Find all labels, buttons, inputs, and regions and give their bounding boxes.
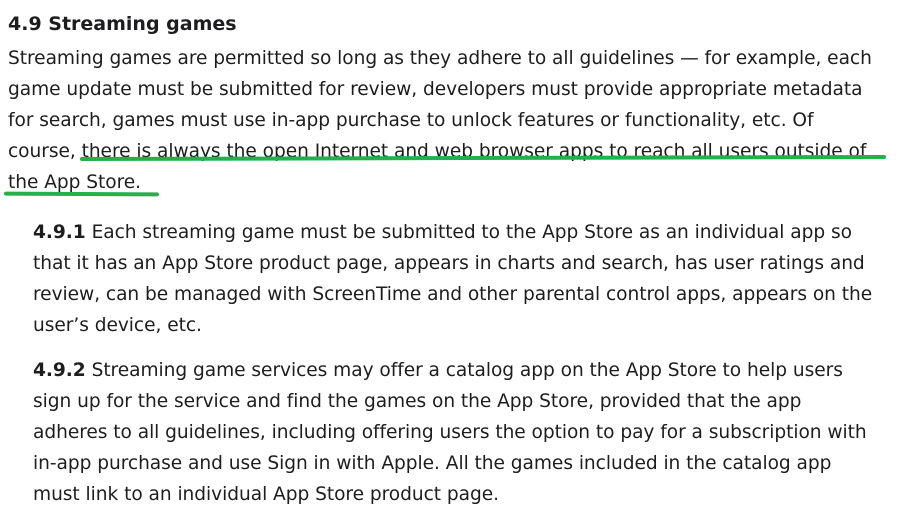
subsection-4-9-2-line-5: must link to an individual App Store pro…: [33, 484, 499, 505]
subsection-4-9-1-line-2: that it has an App Store product page, a…: [33, 253, 865, 274]
guideline-document: 4.9 Streaming games Streaming games are …: [0, 0, 904, 516]
subsection-number: 4.9.2: [33, 360, 86, 381]
subsection-4-9-1-line-1: 4.9.1 Each streaming game must be submit…: [33, 221, 852, 245]
subsection-4-9-2-line-3: adheres to all guidelines, including off…: [33, 422, 867, 443]
subsection-4-9-1-line-4: user’s device, etc.: [33, 315, 202, 336]
highlighted-text-part-2: the App Store.: [8, 172, 142, 193]
intro-line-2: game update must be submitted for review…: [8, 79, 863, 100]
subsection-number: 4.9.1: [33, 222, 86, 243]
subsection-4-9-2-line-2: sign up for the service and find the gam…: [33, 391, 802, 412]
green-underline-annotation-2: [3, 191, 160, 197]
section-heading: 4.9 Streaming games: [8, 13, 237, 35]
subsection-text: Each streaming game must be submitted to…: [85, 222, 852, 243]
subsection-4-9-2-line-1: 4.9.2 Streaming game services may offer …: [33, 359, 843, 383]
subsection-4-9-1-line-3: review, can be managed with ScreenTime a…: [33, 284, 873, 305]
subsection-text: Streaming game services may offer a cata…: [85, 360, 843, 381]
intro-line-3: for search, games must use in-app purcha…: [8, 110, 814, 131]
intro-line-4-prefix: course,: [8, 141, 82, 162]
subsection-4-9-2-line-4: in-app purchase and use Sign in with App…: [33, 453, 832, 474]
intro-line-1: Streaming games are permitted so long as…: [8, 48, 872, 69]
